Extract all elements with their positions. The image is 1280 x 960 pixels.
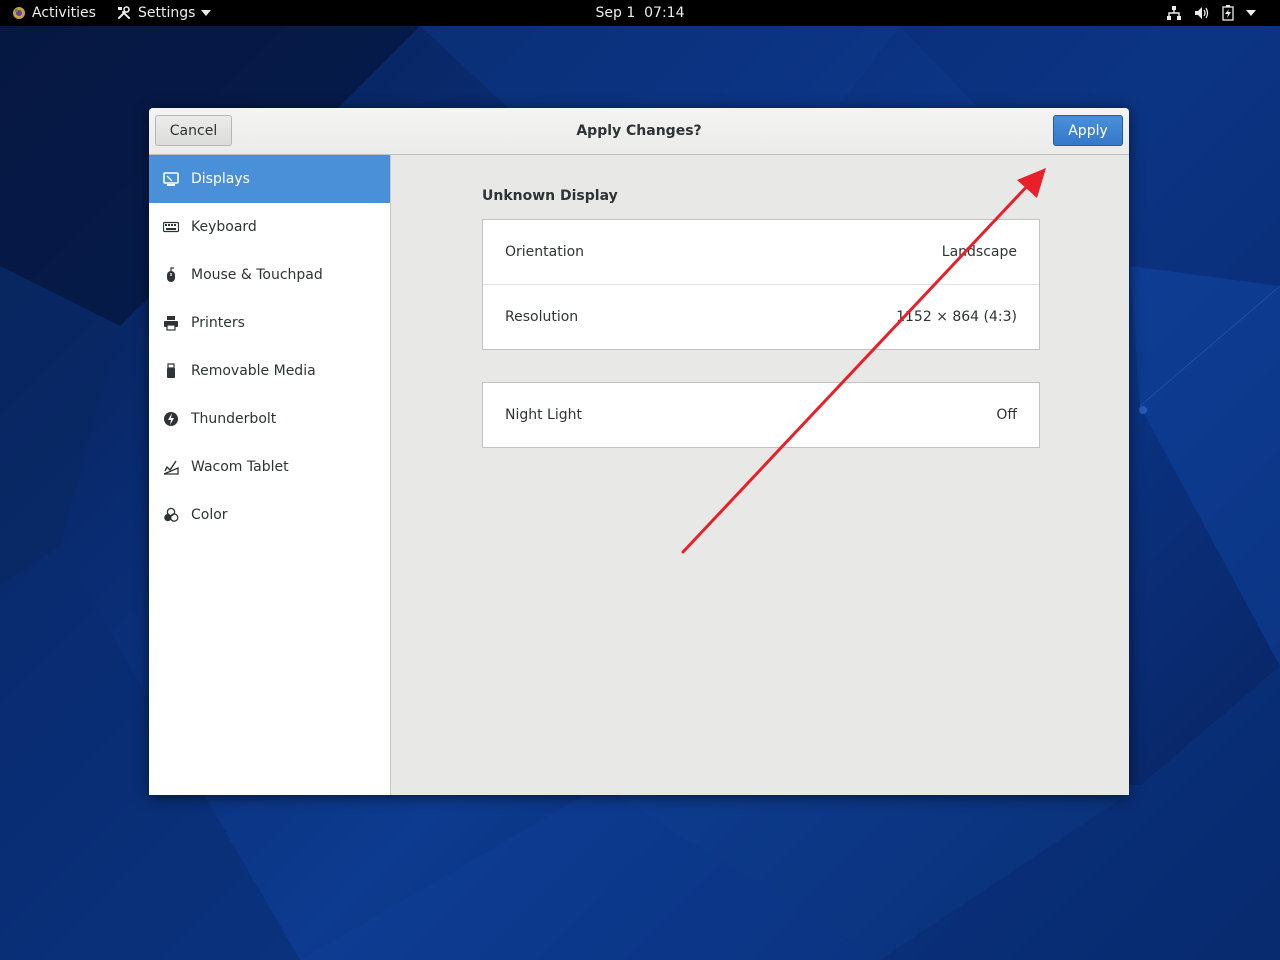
sidebar-item-label: Keyboard: [191, 219, 257, 235]
resolution-value: 1152 × 864 (4:3): [896, 309, 1017, 325]
system-status-area[interactable]: [1166, 0, 1256, 26]
resolution-label: Resolution: [505, 309, 579, 325]
sidebar-item-removable-media[interactable]: Removable Media: [149, 347, 390, 395]
color-icon: [164, 507, 179, 522]
activities-icon: [13, 7, 25, 19]
mouse-icon: [167, 267, 175, 282]
sidebar-item-color[interactable]: Color: [149, 491, 390, 539]
sidebar-item-displays[interactable]: Displays: [149, 155, 390, 203]
network-icon: [1167, 6, 1181, 20]
display-icon: [163, 172, 179, 186]
printer-icon: [164, 316, 178, 331]
sidebar-item-wacom-tablet[interactable]: Wacom Tablet: [149, 443, 390, 491]
sidebar-item-thunderbolt[interactable]: Thunderbolt: [149, 395, 390, 443]
sidebar-item-mouse-touchpad[interactable]: Mouse & Touchpad: [149, 251, 390, 299]
apply-button[interactable]: Apply: [1053, 115, 1123, 146]
thunderbolt-icon: [164, 412, 178, 426]
orientation-label: Orientation: [505, 244, 585, 260]
app-menu-settings[interactable]: Settings: [116, 0, 212, 26]
sidebar-item-keyboard[interactable]: Keyboard: [149, 203, 390, 251]
resolution-row[interactable]: Resolution 1152 × 864 (4:3): [483, 284, 1039, 349]
orientation-value: Landscape: [941, 244, 1017, 260]
sidebar-item-label: Wacom Tablet: [191, 459, 289, 475]
clock[interactable]: Sep 1 07:14: [596, 5, 685, 21]
section-title: Unknown Display: [482, 188, 618, 204]
app-menu-label: Settings: [138, 5, 196, 21]
tools-icon: [118, 6, 130, 19]
sidebar: Displays Keyboard Mouse & Touchpad Print…: [149, 155, 391, 795]
sidebar-item-label: Displays: [191, 171, 250, 187]
chevron-down-icon: [201, 10, 212, 16]
orientation-row[interactable]: Orientation Landscape: [483, 220, 1039, 284]
keyboard-icon: [163, 221, 179, 233]
top-bar: Activities Settings Sep 1 07:14: [0, 0, 1280, 26]
night-light-list: Night Light Off: [482, 382, 1040, 448]
night-light-label: Night Light: [505, 407, 582, 423]
sidebar-item-label: Mouse & Touchpad: [191, 267, 323, 283]
removable-media-icon: [167, 363, 175, 378]
sidebar-item-label: Removable Media: [191, 363, 316, 379]
sidebar-item-label: Thunderbolt: [191, 411, 277, 427]
display-settings-list: Orientation Landscape Resolution 1152 × …: [482, 219, 1040, 350]
wacom-tablet-icon: [163, 460, 179, 475]
settings-window: Cancel Apply Changes? Apply Displays Key…: [149, 108, 1129, 795]
header-bar: Cancel Apply Changes? Apply: [149, 108, 1129, 155]
night-light-value: Off: [996, 407, 1017, 423]
battery-icon: [1222, 5, 1234, 21]
volume-icon: [1195, 7, 1209, 19]
night-light-row[interactable]: Night Light Off: [483, 383, 1039, 447]
sidebar-item-printers[interactable]: Printers: [149, 299, 390, 347]
sidebar-item-label: Color: [191, 507, 228, 523]
window-title: Apply Changes?: [576, 123, 702, 139]
chevron-down-icon: [1246, 10, 1256, 16]
sidebar-item-label: Printers: [191, 315, 245, 331]
activities-button[interactable]: Activities: [12, 0, 96, 26]
activities-label: Activities: [32, 5, 96, 21]
